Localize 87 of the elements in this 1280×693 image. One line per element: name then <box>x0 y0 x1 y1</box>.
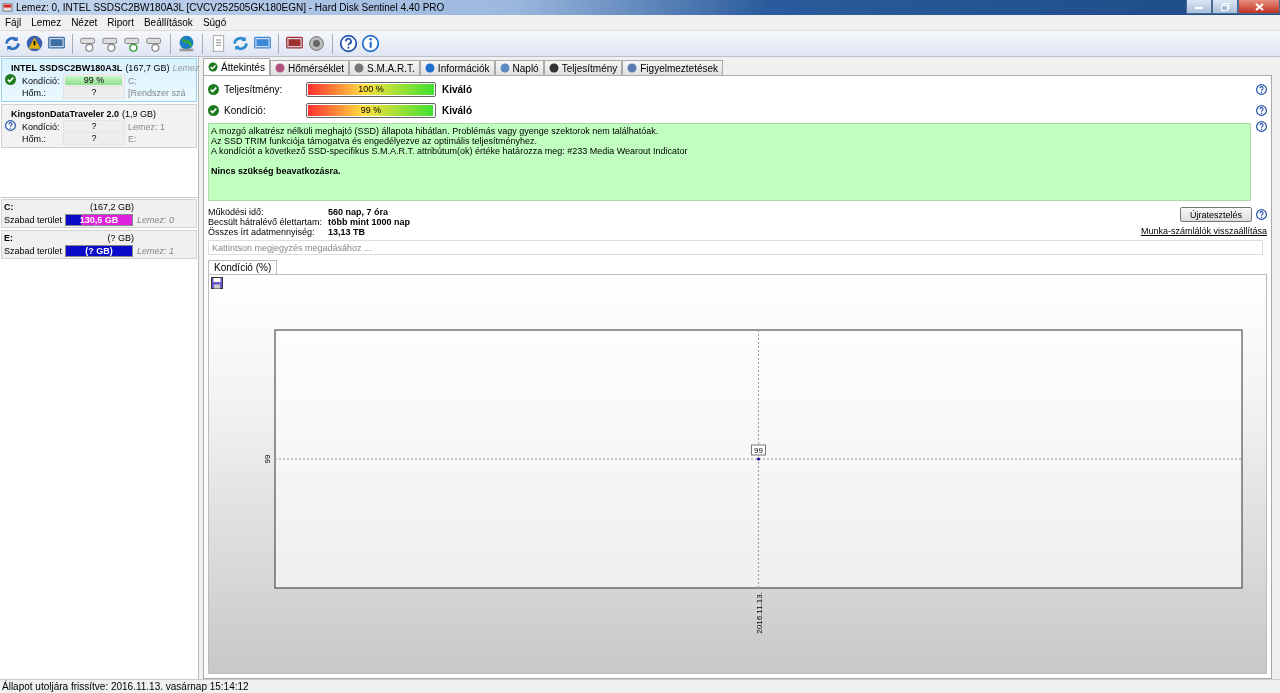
detail-label: Becsült hátralévő élettartam: <box>208 217 324 227</box>
detail-label: Összes írt adatmennyiség: <box>208 227 316 237</box>
retest-button[interactable]: Újratesztelés <box>1180 207 1252 222</box>
tab[interactable]: Áttekintés <box>203 58 270 75</box>
metric-rating: Kiváló <box>442 84 473 95</box>
free-space-label: Szabad terület <box>4 245 63 256</box>
menu-item[interactable]: Súgó <box>197 17 232 28</box>
window-title: Lemez: 0, INTEL SSDSC2BW180A3L [CVCV252505GK180EGN] - Hard Disk Sentinel 4.40 PRO <box>16 2 446 13</box>
reset-counters-link[interactable]: Munka-számlálók visszaállítása <box>1140 226 1267 236</box>
field-label: Hőm.: <box>21 133 47 144</box>
bar-value: ? <box>90 88 98 97</box>
metric-label: Kondíció: <box>223 105 267 116</box>
field-label: Kondíció: <box>21 121 60 132</box>
close-icon <box>1254 2 1264 11</box>
bar-value: ? <box>90 134 98 143</box>
disk-item[interactable]: KingstonDataTraveler 2.0 (1,9 GB) Kondíció: ? Lemez: 1 Hőm.: ? E: <box>1 104 197 148</box>
metric-rating: Kiváló <box>442 105 473 116</box>
save-icon[interactable] <box>211 277 223 289</box>
bar-value: 99 % <box>82 76 106 85</box>
tab[interactable]: Napló <box>494 60 544 75</box>
disk-note: [Rendszer szá <box>128 87 187 98</box>
disk-size: (1,9 GB) <box>122 108 157 119</box>
message-conclusion: Nincs szükség beavatkozásra. <box>211 166 342 176</box>
check-icon <box>208 105 219 116</box>
tab[interactable]: Figyelmeztetések <box>622 60 724 75</box>
status-check-icon <box>5 74 16 85</box>
tab[interactable]: Teljesítmény <box>543 60 623 75</box>
point-label: 99 <box>754 446 763 455</box>
metric-value: 100 % <box>357 84 385 95</box>
disk-name: KingstonDataTraveler 2.0 <box>11 108 120 119</box>
help-icon[interactable] <box>1256 105 1267 116</box>
message-line: A mozgó alkatrész nélküli meghajtó (SSD) állapota hibátlan. Problémás vagy gyenge szektorok nem találhatóak. <box>211 126 660 136</box>
status-question-icon <box>5 120 16 131</box>
free-space-label: Szabad terület <box>4 214 63 225</box>
menu-item[interactable]: Beállítások <box>138 17 198 28</box>
check-icon <box>208 62 218 72</box>
message-line: Az SSD TRIM funkciója támogatva és engedélyezve az optimális teljesítményhez. <box>211 136 538 146</box>
help-icon[interactable] <box>1256 84 1267 95</box>
close-button[interactable] <box>1238 0 1280 14</box>
message-line: A kondíciót a következő SSD-specifikus S.M.A.R.T. attribútum(ok) értéke határozza meg: #233 Media Wearout Indicator <box>211 146 689 156</box>
note-field[interactable]: Kattintson megjegyzés megadásához ... <box>208 240 1263 255</box>
drive-letter: E: <box>4 233 13 243</box>
partition-size: (? GB) <box>107 233 134 243</box>
tab[interactable]: Hőmérséklet <box>269 60 350 75</box>
disk-note: Lemez: 1 <box>128 121 167 132</box>
menu-item[interactable]: Riport <box>102 17 139 28</box>
detail-value: több mint 1000 nap <box>328 217 411 227</box>
metric-value: 99 % <box>359 105 383 116</box>
help-icon[interactable] <box>1256 121 1267 132</box>
tab[interactable]: S.M.A.R.T. <box>349 60 420 75</box>
disk-number: Lemez: 1 <box>136 245 174 256</box>
data-point <box>757 457 760 461</box>
check-icon <box>208 84 219 95</box>
y-marker-label: 99 <box>263 454 272 464</box>
disk-note: C; <box>128 75 138 86</box>
bar-value: ? <box>90 122 98 131</box>
sync-icon[interactable] <box>231 34 250 53</box>
minimize-button[interactable] <box>1186 0 1212 14</box>
metric-label: Teljesítmény: <box>223 84 284 95</box>
free-space-value: (? GB) <box>84 245 114 256</box>
tab[interactable]: Információk <box>419 60 495 75</box>
restore-button[interactable] <box>1212 0 1238 14</box>
refresh-icon[interactable] <box>3 34 22 53</box>
detail-label: Működési idő: <box>208 207 265 217</box>
warning-icon[interactable] <box>25 34 44 53</box>
detail-value: 560 nap, 7 óra <box>328 207 390 217</box>
menu-item[interactable]: Fájl <box>0 17 27 28</box>
globe-icon[interactable] <box>177 34 196 53</box>
menu-item[interactable]: Lemez <box>26 17 67 28</box>
disk-name: INTEL SSDSC2BW180A3L <box>11 62 123 73</box>
disk-number: Lemez: 0 <box>136 214 174 225</box>
help-icon[interactable] <box>339 34 358 53</box>
help-icon[interactable] <box>1256 209 1267 220</box>
disk-size: (167,7 GB) <box>125 62 170 73</box>
status-text: Állapot utoljára frissítve: 2016.11.13. vasárnap 15:14:12 <box>2 681 249 692</box>
partition-item[interactable]: E: (? GB) Szabad terület (? GB) Lemez: 1 <box>1 230 197 259</box>
detail-value: 13,13 TB <box>328 227 367 237</box>
field-label: Hőm.: <box>21 87 47 98</box>
menu-item[interactable]: Nézet <box>66 17 103 28</box>
app-icon <box>2 2 13 13</box>
field-label: Kondíció: <box>21 75 60 86</box>
chart-tab[interactable]: Kondíció (%) <box>208 260 278 274</box>
partition-size: (167,2 GB) <box>89 202 134 212</box>
restore-icon <box>1220 2 1230 11</box>
drive-letter: C: <box>4 202 14 212</box>
disk-note: E: <box>128 133 138 144</box>
date-label: 2016.11.13. <box>754 592 764 634</box>
